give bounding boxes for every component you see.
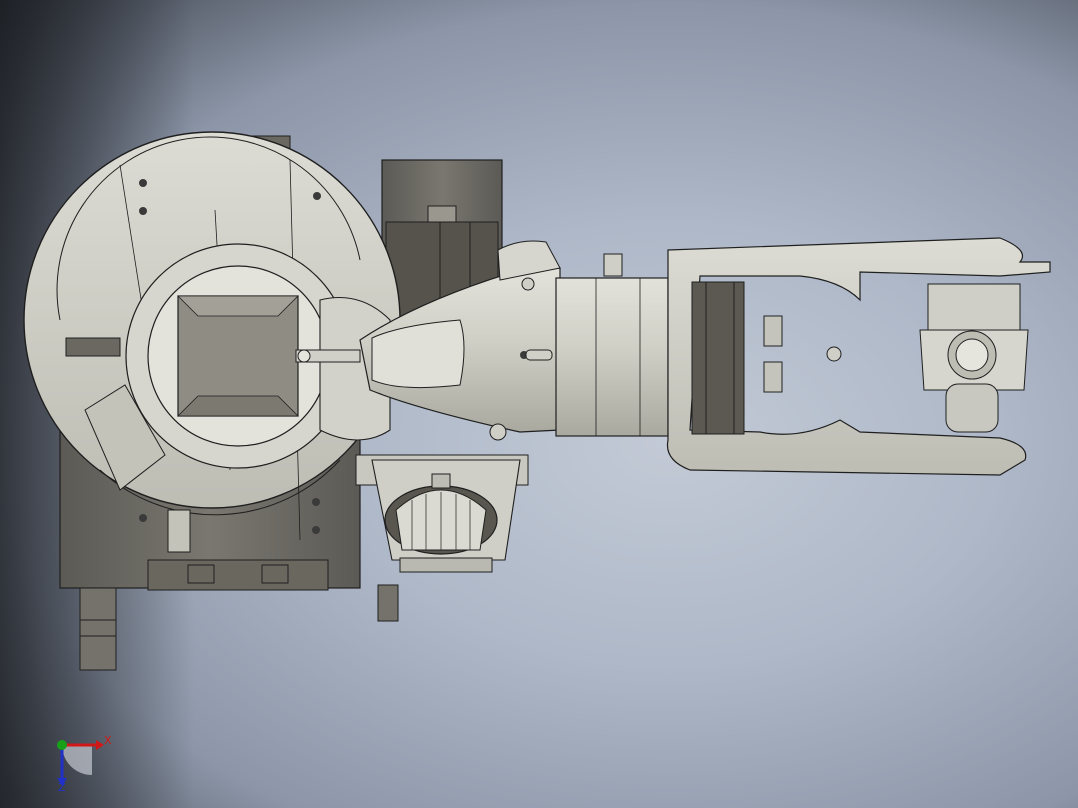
coordinate-triad: X Z: [57, 734, 112, 794]
x-axis-arrowhead: [96, 740, 104, 750]
x-axis-label: X: [104, 734, 112, 747]
triad-plane: [62, 745, 92, 775]
graphics-viewport[interactable]: X Z: [0, 0, 1078, 808]
z-axis-label: Z: [58, 781, 66, 794]
y-axis-dot: [57, 740, 67, 750]
